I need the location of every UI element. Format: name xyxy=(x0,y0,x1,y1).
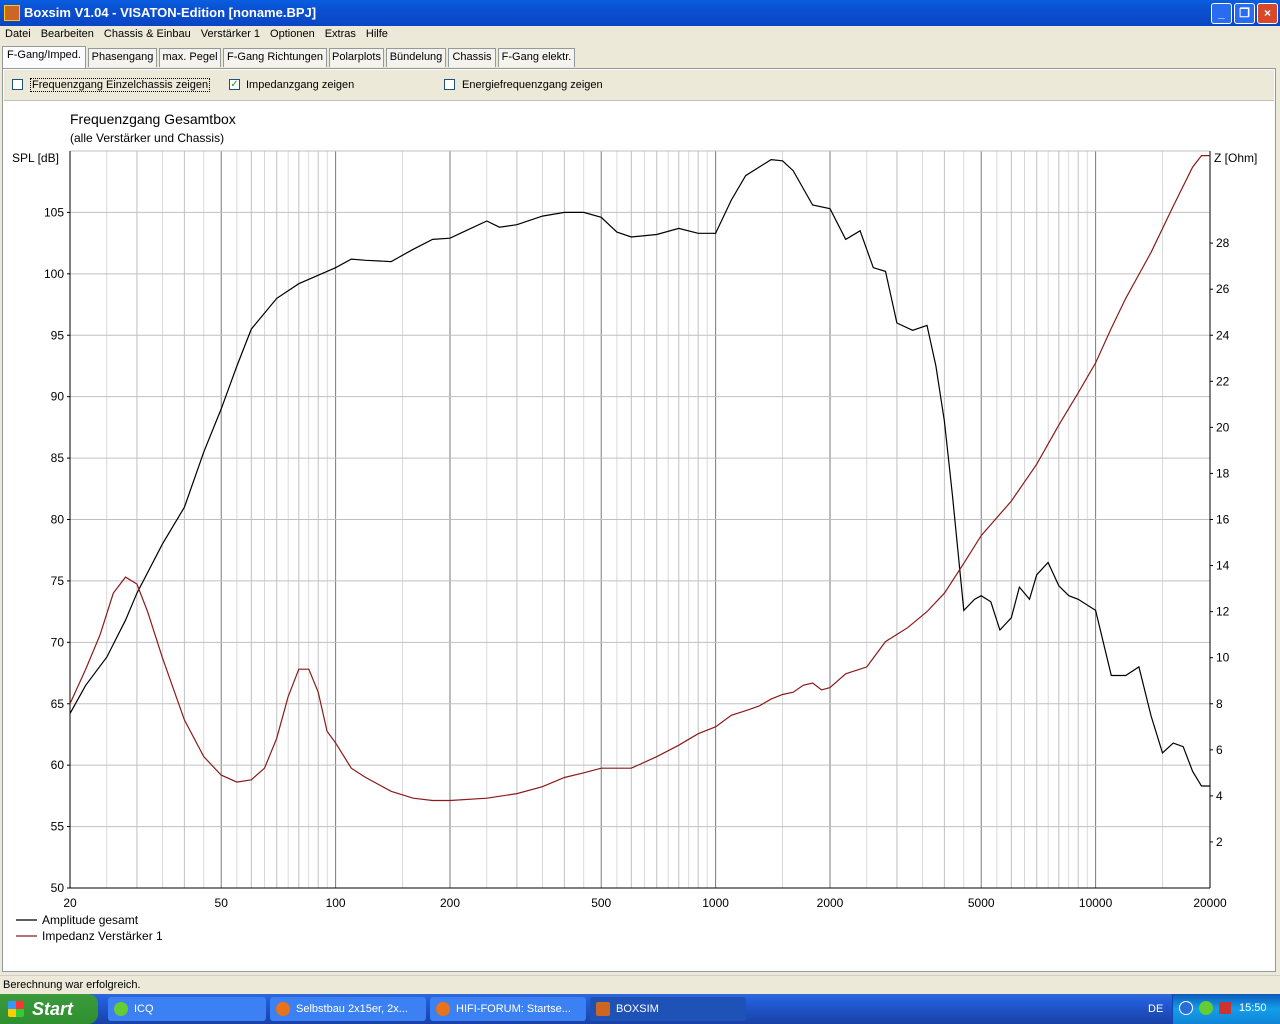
amplitude-series-line xyxy=(69,158,1210,787)
start-label: Start xyxy=(32,999,74,1019)
x-tick-label: 5000 xyxy=(968,896,995,910)
status-bar: Berechnung war erfolgreich. xyxy=(0,975,1280,994)
y2-tick-label: 22 xyxy=(1216,374,1230,388)
y2-tick-label: 10 xyxy=(1216,651,1230,665)
y2-tick-label: 4 xyxy=(1216,789,1223,803)
checkbox-einzelchassis[interactable] xyxy=(12,79,23,90)
chevron-left-icon[interactable] xyxy=(1179,1001,1193,1015)
legend-label: Amplitude gesamt xyxy=(42,913,139,927)
label-impedanz[interactable]: Impedanzgang zeigen xyxy=(246,79,354,91)
y-tick-label: 55 xyxy=(51,820,65,834)
y2-axis-label: Z [Ohm] xyxy=(1214,151,1257,165)
language-indicator[interactable]: DE xyxy=(1148,1003,1163,1015)
y2-tick-label: 8 xyxy=(1216,697,1223,711)
tab-polarplots[interactable]: Polarplots xyxy=(329,48,384,67)
tab-fgang-imped[interactable]: F-Gang/Imped. xyxy=(2,46,86,68)
frequency-response-chart: Frequenzgang Gesamtbox (alle Verstärker … xyxy=(12,111,1257,943)
task-label: BOXSIM xyxy=(616,1003,659,1015)
checkbox-energie[interactable] xyxy=(444,79,455,90)
minimize-button[interactable]: _ xyxy=(1211,3,1232,24)
y2-tick-label: 16 xyxy=(1216,513,1230,527)
menu-datei[interactable]: Datei xyxy=(0,26,36,42)
task-label: ICQ xyxy=(134,1003,154,1015)
chart-title: Frequenzgang Gesamtbox xyxy=(70,111,236,127)
menu-bar: Datei Bearbeiten Chassis & Einbau Verstärke… xyxy=(0,26,1280,44)
y2-tick-label: 18 xyxy=(1216,466,1230,480)
tab-fgang-richtungen[interactable]: F-Gang Richtungen xyxy=(223,48,327,67)
y-tick-label: 95 xyxy=(51,328,65,342)
tab-phasengang[interactable]: Phasengang xyxy=(88,48,157,67)
y-tick-label: 50 xyxy=(51,881,65,895)
menu-hilfe[interactable]: Hilfe xyxy=(361,26,393,42)
y-tick-label: 65 xyxy=(51,697,65,711)
y-tick-label: 80 xyxy=(51,513,65,527)
legend-label: Impedanz Verstärker 1 xyxy=(42,929,163,943)
app-icon xyxy=(4,5,20,21)
x-tick-label: 50 xyxy=(215,896,229,910)
boxsim-icon xyxy=(596,1002,610,1016)
start-button[interactable]: Start xyxy=(0,994,98,1024)
y2-tick-label: 14 xyxy=(1216,559,1230,573)
y-tick-label: 100 xyxy=(44,267,64,281)
x-tick-label: 200 xyxy=(440,896,460,910)
label-einzelchassis[interactable]: Frequenzgang Einzelchassis zeigen xyxy=(30,78,211,92)
status-text: Berechnung war erfolgreich. xyxy=(3,979,141,991)
task-boxsim[interactable]: BOXSIM xyxy=(590,997,746,1021)
y2-tick-label: 12 xyxy=(1216,605,1230,619)
menu-chassis-einbau[interactable]: Chassis & Einbau xyxy=(99,26,196,42)
y-tick-label: 70 xyxy=(51,635,65,649)
y-tick-label: 90 xyxy=(51,390,65,404)
menu-verstaerker[interactable]: Verstärker 1 xyxy=(196,26,265,42)
plot-area: Frequenzgang Gesamtbox (alle Verstärker … xyxy=(4,102,1274,969)
taskbar: Start ICQ Selbstbau 2x15er, 2x... HIFI-F… xyxy=(0,994,1280,1024)
x-tick-label: 20000 xyxy=(1193,896,1227,910)
y2-tick-label: 24 xyxy=(1216,328,1230,342)
x-tick-label: 100 xyxy=(326,896,346,910)
close-button[interactable]: × xyxy=(1257,3,1278,24)
task-firefox-hififorum[interactable]: HIFI-FORUM: Startse... xyxy=(430,997,586,1021)
window-title: Boxsim V1.04 - VISATON-Edition [noname.B… xyxy=(24,5,317,20)
y-tick-label: 60 xyxy=(51,758,65,772)
title-bar: Boxsim V1.04 - VISATON-Edition [noname.B… xyxy=(0,0,1280,26)
tab-chassis[interactable]: Chassis xyxy=(448,48,496,67)
y-tick-label: 85 xyxy=(51,451,65,465)
y2-tick-label: 20 xyxy=(1216,420,1230,434)
system-tray: 15:50 xyxy=(1172,994,1280,1024)
options-row: Frequenzgang Einzelchassis zeigen ✓ Impe… xyxy=(4,70,1274,101)
firefox-icon xyxy=(276,1002,290,1016)
menu-optionen[interactable]: Optionen xyxy=(265,26,320,42)
task-icq[interactable]: ICQ xyxy=(108,997,266,1021)
icq-flower-icon xyxy=(114,1002,128,1016)
x-tick-label: 20 xyxy=(63,896,77,910)
x-tick-label: 1000 xyxy=(702,896,729,910)
y2-tick-label: 6 xyxy=(1216,743,1223,757)
y2-tick-label: 2 xyxy=(1216,835,1223,849)
icq-tray-icon[interactable] xyxy=(1199,1001,1213,1015)
x-tick-label: 10000 xyxy=(1079,896,1113,910)
task-label: Selbstbau 2x15er, 2x... xyxy=(296,1003,408,1015)
menu-extras[interactable]: Extras xyxy=(320,26,361,42)
task-firefox-selbstbau[interactable]: Selbstbau 2x15er, 2x... xyxy=(270,997,426,1021)
y2-tick-label: 28 xyxy=(1216,236,1230,250)
tab-max-pegel[interactable]: max. Pegel xyxy=(159,48,221,67)
y-tick-label: 75 xyxy=(51,574,65,588)
y-tick-label: 105 xyxy=(44,205,64,219)
x-tick-label: 500 xyxy=(591,896,611,910)
chart-subtitle: (alle Verstärker und Chassis) xyxy=(70,131,224,145)
firefox-icon xyxy=(436,1002,450,1016)
checkbox-impedanz[interactable]: ✓ xyxy=(229,79,240,90)
menu-bearbeiten[interactable]: Bearbeiten xyxy=(36,26,99,42)
tab-fgang-elektr[interactable]: F-Gang elektr. xyxy=(498,48,575,67)
y-axis-label: SPL [dB] xyxy=(12,151,59,165)
network-tray-icon[interactable] xyxy=(1219,1002,1231,1014)
x-tick-label: 2000 xyxy=(817,896,844,910)
clock: 15:50 xyxy=(1239,1002,1267,1014)
windows-flag-icon xyxy=(8,1001,24,1017)
label-energie[interactable]: Energiefrequenzgang zeigen xyxy=(462,79,603,91)
tab-buendelung[interactable]: Bündelung xyxy=(386,48,446,67)
maximize-button[interactable]: ❐ xyxy=(1234,3,1255,24)
task-label: HIFI-FORUM: Startse... xyxy=(456,1003,571,1015)
y2-tick-label: 26 xyxy=(1216,282,1230,296)
